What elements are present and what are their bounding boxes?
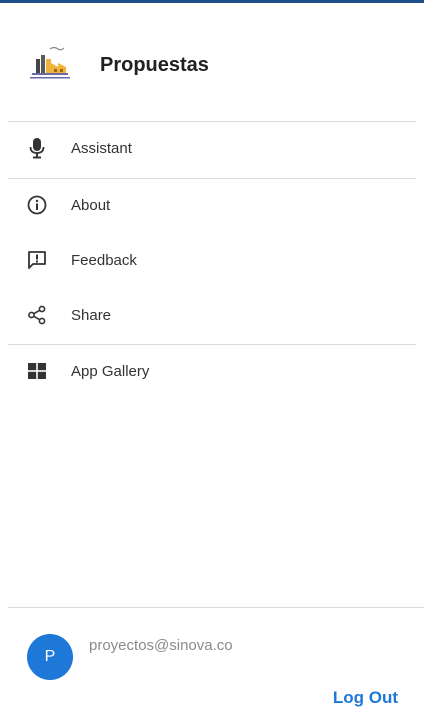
avatar[interactable]: P (27, 634, 73, 680)
navigation-drawer: Propuestas Assistant About Feedback Shar… (0, 0, 424, 708)
footer-divider (8, 607, 424, 608)
menu-item-share[interactable]: Share (0, 288, 424, 342)
menu-item-label: Feedback (71, 251, 137, 269)
info-icon (26, 194, 48, 216)
drawer-header: Propuestas (26, 40, 209, 90)
menu-item-label: About (71, 196, 111, 214)
menu-item-app-gallery[interactable]: App Gallery (0, 344, 424, 398)
app-title: Propuestas (100, 53, 209, 76)
menu-item-assistant[interactable]: Assistant (0, 121, 424, 175)
microphone-icon (26, 137, 48, 159)
top-border (0, 0, 424, 3)
menu-item-label: Assistant (71, 139, 132, 157)
menu-item-feedback[interactable]: Feedback (0, 233, 424, 287)
app-gallery-icon (26, 360, 48, 382)
menu-item-label: Share (71, 306, 112, 324)
menu-item-label: App Gallery (71, 362, 150, 380)
factory-icon (26, 43, 74, 87)
user-email: proyectos@sinova.co (89, 637, 233, 654)
share-icon (26, 304, 48, 326)
logout-button[interactable]: Log Out (333, 688, 398, 708)
menu-item-about[interactable]: About (0, 178, 424, 232)
feedback-icon (26, 249, 48, 271)
